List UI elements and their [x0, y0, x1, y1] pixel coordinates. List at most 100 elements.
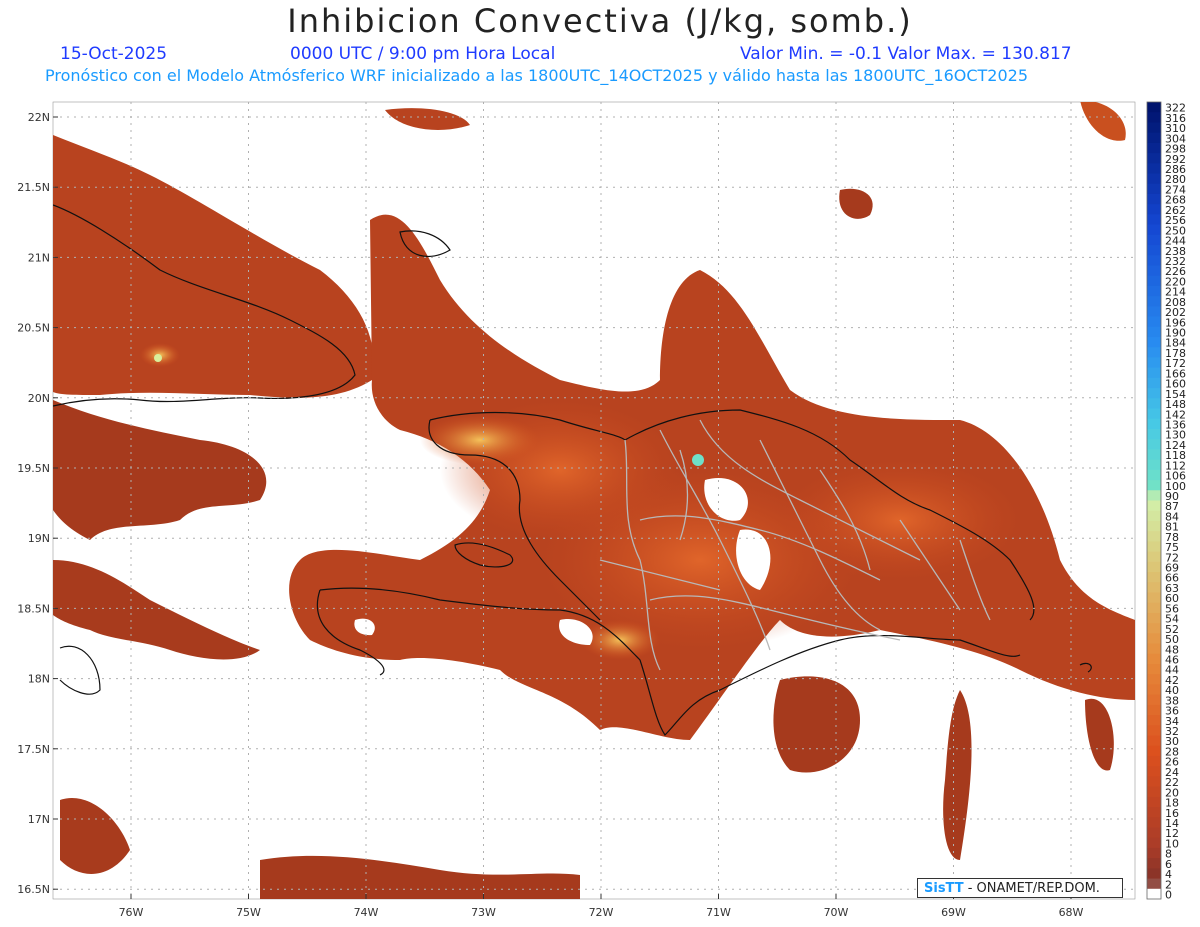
- colorbar-swatch: [1147, 663, 1161, 675]
- colorbar-swatch: [1147, 858, 1161, 869]
- sistt-logo: SisTT: [924, 881, 964, 896]
- longitude-label: 74W: [354, 906, 379, 919]
- colorbar-swatch: [1147, 694, 1161, 706]
- colorbar-swatch: [1147, 612, 1161, 624]
- colorbar-swatch: [1147, 776, 1161, 788]
- colorbar-swatch: [1147, 224, 1161, 236]
- colorbar-swatch: [1147, 510, 1161, 522]
- latitude-label: 17N: [28, 813, 50, 826]
- colorbar-swatch: [1147, 102, 1161, 113]
- colorbar-swatch: [1147, 633, 1161, 645]
- colorbar-swatch: [1147, 796, 1161, 808]
- colorbar-swatch: [1147, 245, 1161, 256]
- colorbar-swatch: [1147, 623, 1161, 634]
- colorbar-swatch: [1147, 715, 1161, 726]
- colorbar-swatch: [1147, 316, 1161, 328]
- colorbar-swatch: [1147, 347, 1161, 358]
- latitude-label: 22N: [28, 111, 50, 124]
- colorbar-swatch: [1147, 193, 1161, 205]
- colorbar-swatch: [1147, 132, 1161, 144]
- colorbar-swatch: [1147, 214, 1161, 226]
- colorbar-swatch: [1147, 807, 1161, 818]
- colorbar-swatch: [1147, 153, 1161, 164]
- colorbar-swatch: [1147, 428, 1161, 440]
- colorbar-swatch: [1147, 500, 1161, 512]
- longitude-label: 68W: [1059, 906, 1084, 919]
- colorbar-swatch: [1147, 480, 1161, 491]
- colorbar-swatch: [1147, 163, 1161, 175]
- colorbar-swatch: [1147, 183, 1161, 195]
- colorbar-swatch: [1147, 326, 1161, 338]
- colorbar-swatch: [1147, 234, 1161, 246]
- colorbar-swatch: [1147, 582, 1161, 593]
- longitude-label: 70W: [824, 906, 849, 919]
- colorbar-swatch: [1147, 735, 1161, 747]
- colorbar-swatch: [1147, 541, 1161, 553]
- colorbar-swatch: [1147, 766, 1161, 777]
- colorbar-swatch: [1147, 265, 1161, 277]
- credit-org: - ONAMET/REP.DOM.: [967, 881, 1100, 896]
- colorbar-swatch: [1147, 786, 1161, 798]
- colorbar-label: 0: [1165, 889, 1172, 902]
- colorbar-swatch: [1147, 449, 1161, 461]
- colorbar-swatch: [1147, 684, 1161, 696]
- colorbar-swatch: [1147, 255, 1161, 266]
- latitude-label: 20N: [28, 392, 50, 405]
- colorbar-swatch: [1147, 868, 1161, 880]
- colorbar-swatch: [1147, 847, 1161, 859]
- colorbar-swatch: [1147, 367, 1161, 379]
- longitude-label: 73W: [471, 906, 496, 919]
- latitude-labels: 22N 21.5N 21N 20.5N 20N 19.5N 19N 18.5N 18N 17.5N…: [17, 111, 58, 896]
- credit-box: SisTT - ONAMET/REP.DOM.: [917, 878, 1123, 898]
- colorbar-swatch: [1147, 459, 1161, 471]
- colorbar-swatch: [1147, 653, 1161, 665]
- latitude-label: 19.5N: [17, 462, 50, 475]
- colorbar-swatch: [1147, 602, 1161, 614]
- colorbar-swatch: [1147, 377, 1161, 389]
- colorbar-swatch: [1147, 551, 1161, 563]
- longitude-label: 69W: [941, 906, 966, 919]
- colorbar-swatch: [1147, 643, 1161, 655]
- colorbar-swatch: [1147, 275, 1161, 287]
- colorbar-swatch: [1147, 357, 1161, 369]
- latitude-label: 21.5N: [17, 181, 50, 194]
- latitude-label: 18N: [28, 673, 50, 686]
- colorbar-swatch: [1147, 142, 1161, 154]
- colorbar-swatch: [1147, 337, 1161, 348]
- colorbar-swatch: [1147, 561, 1161, 573]
- colorbar-swatch: [1147, 704, 1161, 716]
- latitude-label: 19N: [28, 532, 50, 545]
- colorbar-swatch: [1147, 418, 1161, 430]
- colorbar-swatch: [1147, 122, 1161, 134]
- colorbar-swatch: [1147, 592, 1161, 604]
- colorbar-swatch: [1147, 531, 1161, 542]
- colorbar-swatch: [1147, 408, 1161, 420]
- colorbar-swatch: [1147, 204, 1161, 215]
- longitude-label: 75W: [236, 906, 261, 919]
- colorbar-swatch: [1147, 285, 1161, 297]
- colorbar-swatch: [1147, 296, 1161, 307]
- cin-hot-spot: [420, 415, 540, 465]
- colorbar-swatch: [1147, 674, 1161, 685]
- colorbar-swatch: [1147, 398, 1161, 410]
- colorbar-swatch: [1147, 572, 1161, 583]
- latitude-label: 18.5N: [17, 602, 50, 615]
- longitude-label: 71W: [706, 906, 731, 919]
- colorbar-swatch: [1147, 817, 1161, 828]
- latitude-label: 16.5N: [17, 883, 50, 896]
- colorbar-swatch: [1147, 878, 1161, 890]
- latitude-label: 17.5N: [17, 743, 50, 756]
- colorbar-swatch: [1147, 888, 1161, 900]
- colorbar-swatch: [1147, 112, 1161, 123]
- colorbar-swatch: [1147, 837, 1161, 849]
- colorbar-swatch: [1147, 439, 1161, 450]
- map-figure: 22N 21.5N 21N 20.5N 20N 19.5N 19N 18.5N 18N 17.5N…: [17, 101, 1186, 919]
- colorbar-swatch: [1147, 755, 1161, 767]
- colorbar-swatch: [1147, 469, 1161, 481]
- latitude-label: 20.5N: [17, 322, 50, 335]
- cin-peak-spot: [154, 354, 162, 362]
- colorbar-swatch: [1147, 827, 1161, 839]
- longitude-label: 72W: [589, 906, 614, 919]
- latitude-label: 21N: [28, 251, 50, 264]
- colorbar-swatch: [1147, 725, 1161, 737]
